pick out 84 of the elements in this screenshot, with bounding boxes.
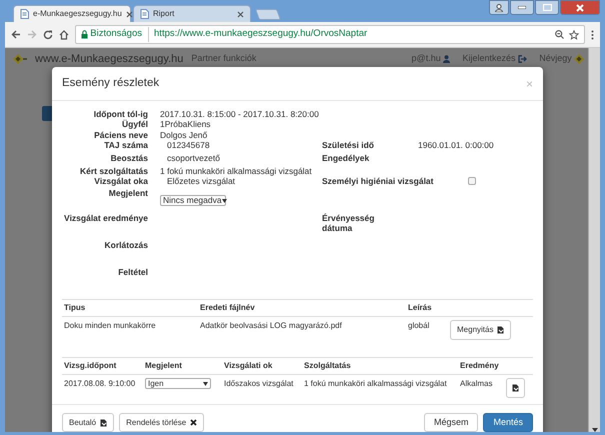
reload-icon[interactable] bbox=[43, 30, 53, 40]
column-header: Tipus bbox=[62, 300, 198, 316]
lock-icon bbox=[81, 30, 88, 39]
field-label: Személyi higiéniai vizsgálat bbox=[322, 176, 434, 188]
checkbox[interactable] bbox=[468, 177, 476, 185]
minimize-button[interactable] bbox=[510, 0, 534, 15]
browser-tab[interactable]: Riport bbox=[133, 5, 251, 22]
table-cell: Alkalmas bbox=[458, 374, 504, 401]
close-icon[interactable] bbox=[126, 10, 133, 18]
caret-icon bbox=[203, 382, 208, 386]
maximize-icon bbox=[542, 4, 552, 11]
field-label: Kért szolgáltatás bbox=[78, 166, 148, 176]
field-value: 1 fokú munkaköri alkalmassági vizsgálat bbox=[159, 166, 312, 176]
logout-icon bbox=[518, 55, 527, 63]
menu-icon[interactable] bbox=[591, 30, 594, 40]
open-button[interactable]: Megnyitás bbox=[450, 320, 512, 340]
field-value: 2017.10.31. 8:15:00 - 2017.10.31. 8:20:00 bbox=[159, 109, 319, 119]
referral-button[interactable]: Beutaló bbox=[62, 413, 114, 432]
page-icon bbox=[20, 9, 29, 19]
cross-icon bbox=[190, 419, 198, 426]
user-icon bbox=[495, 4, 503, 12]
field-label: Születési idő bbox=[322, 140, 374, 150]
table-cell: Időszakos vizsgálat bbox=[222, 374, 302, 401]
cancel-button[interactable]: Mégsem bbox=[424, 413, 478, 432]
field-value: 1PróbaKliens bbox=[159, 119, 211, 129]
dropdown[interactable]: Igen bbox=[145, 378, 211, 389]
security-label: Biztonságos bbox=[90, 27, 142, 42]
field-label: Megjelent bbox=[108, 188, 148, 200]
column-header: Eredmény bbox=[458, 358, 504, 374]
home-icon[interactable] bbox=[59, 30, 69, 40]
field-label: Ügyfél bbox=[121, 119, 148, 130]
table-cell: Adatkör beolvasási LOG magyarázó.pdf bbox=[198, 316, 406, 343]
close-icon bbox=[576, 4, 584, 12]
logo-icon bbox=[574, 54, 584, 64]
file-button[interactable] bbox=[506, 378, 525, 398]
close-icon[interactable] bbox=[237, 10, 244, 18]
page-icon bbox=[140, 9, 149, 19]
column-header: Megjelent bbox=[143, 358, 222, 374]
field-label: Érvényesség dátuma bbox=[322, 213, 376, 233]
field-label: Feltétel bbox=[117, 267, 148, 279]
back-icon[interactable] bbox=[11, 30, 21, 39]
address-bar[interactable]: Biztonságos https://www.e-munkaegeszsegugy.hu/OrvosNaptar bbox=[75, 25, 585, 44]
file-icon bbox=[100, 418, 108, 426]
logo-icon bbox=[13, 54, 27, 64]
field-label: Korlátozás bbox=[104, 240, 148, 252]
user-button[interactable] bbox=[489, 0, 509, 15]
field-value: 012345678 bbox=[166, 140, 210, 150]
field-label: Engedélyek bbox=[322, 153, 370, 163]
field-label: Vizsgálat eredménye bbox=[63, 213, 148, 225]
field-value: csoportvezető bbox=[166, 153, 220, 163]
table-cell: 1 fokú munkaköri alkalmassági vizsgálat bbox=[302, 374, 458, 401]
star-icon[interactable] bbox=[569, 30, 579, 40]
browser-tab[interactable]: e-Munkaegeszsegugy.hu bbox=[13, 5, 131, 22]
field-label: Időpont tól-ig bbox=[92, 109, 148, 119]
column-header: Szolgáltatás bbox=[302, 358, 458, 374]
table-cell: Doku minden munkakörre bbox=[62, 316, 198, 343]
table-cell: globál bbox=[406, 316, 448, 343]
caret-icon bbox=[222, 198, 227, 202]
dropdown[interactable]: Nincs megadva bbox=[160, 195, 226, 206]
modal-title: Esemény részletek bbox=[62, 76, 160, 91]
zoom-icon[interactable] bbox=[555, 30, 564, 39]
field-value: 1960.01.01. 0:00:00 bbox=[418, 140, 494, 152]
user-icon bbox=[442, 55, 450, 63]
window-close-button[interactable] bbox=[560, 0, 600, 15]
minimize-icon bbox=[518, 6, 526, 9]
field-label: Vizsgálat oka bbox=[93, 176, 148, 188]
field-value: Előzetes vizsgálat bbox=[166, 176, 236, 186]
field-label: TAJ száma bbox=[103, 140, 148, 152]
file-icon bbox=[497, 326, 504, 334]
save-button[interactable]: Mentés bbox=[483, 413, 533, 432]
scrollbar[interactable] bbox=[588, 48, 600, 432]
maximize-button[interactable] bbox=[535, 0, 559, 15]
url-text: https://www.e-munkaegeszsegugy.hu/OrvosNaptar bbox=[154, 27, 368, 42]
delete-button[interactable]: Rendelés törlése bbox=[119, 413, 204, 432]
column-header: Vizsgálati ok bbox=[222, 358, 302, 374]
field-label: Beosztás bbox=[110, 153, 148, 165]
table-cell: 2017.08.08. 9:10:00 bbox=[62, 374, 143, 401]
scroll-down-icon[interactable] bbox=[592, 428, 598, 432]
file-icon bbox=[512, 384, 519, 392]
field-value: Dolgos Jenő bbox=[159, 130, 208, 140]
column-header: Vizsg.időpont bbox=[62, 358, 143, 374]
column-header: Leírás bbox=[406, 300, 448, 316]
field-label: Páciens neve bbox=[93, 130, 148, 140]
column-header: Eredeti fájlnév bbox=[198, 300, 406, 316]
